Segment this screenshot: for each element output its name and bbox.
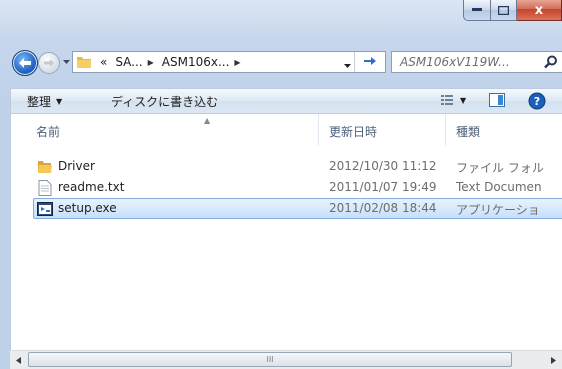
folder-icon	[77, 57, 91, 68]
scroll-left-arrow-icon	[16, 356, 21, 364]
minimize-icon	[472, 8, 482, 11]
forward-button[interactable]	[38, 52, 60, 74]
column-header-date[interactable]: 更新日時	[329, 123, 377, 140]
caption-buttons: x	[463, 0, 562, 22]
recent-pages-dropdown[interactable]	[61, 55, 71, 69]
file-row-readme[interactable]: readme.txt 2011/01/07 19:49 Text Documen	[33, 177, 562, 198]
address-bar[interactable]: « SA... ▶ ASM106x... ▶	[72, 51, 386, 73]
close-button[interactable]: x	[517, 0, 562, 21]
burn-to-disc-button[interactable]: ディスクに書き込む	[111, 93, 218, 110]
file-type: Text Documen	[456, 180, 542, 194]
search-placeholder: ASM106xV119W...	[400, 55, 510, 69]
forward-arrow-icon	[44, 59, 54, 67]
breadcrumb-label: ASM106x...	[161, 55, 230, 69]
breadcrumb-arrow-icon[interactable]: ▶	[234, 58, 240, 67]
chevron-down-icon: ▼	[460, 95, 467, 105]
help-button[interactable]: ?	[528, 92, 546, 110]
address-dropdown[interactable]	[344, 58, 351, 72]
burn-to-disc-label: ディスクに書き込む	[111, 95, 219, 109]
command-bar: 整理 ▼ ディスクに書き込む ▼ ?	[10, 88, 562, 114]
sort-ascending-icon: ▲	[204, 116, 211, 125]
file-date: 2012/10/30 11:12	[329, 159, 437, 173]
svg-text:?: ?	[534, 95, 540, 108]
refresh-button[interactable]	[354, 52, 385, 72]
close-icon: x	[534, 2, 544, 18]
column-divider[interactable]	[445, 114, 446, 146]
grip-icon: III	[266, 355, 274, 364]
file-date: 2011/02/08 18:44	[329, 201, 437, 215]
preview-pane-button[interactable]	[489, 93, 505, 107]
breadcrumb-label: SA...	[115, 55, 143, 69]
chevron-down-icon	[62, 59, 70, 64]
file-name: Driver	[58, 159, 95, 173]
file-row-setup[interactable]: setup.exe 2011/02/08 18:44 アプリケーショ	[33, 198, 562, 219]
breadcrumb-overflow-label: «	[100, 55, 108, 69]
back-button[interactable]	[12, 50, 38, 76]
file-name: setup.exe	[58, 201, 117, 215]
column-header-row: ▲ 名前 更新日時 種類	[11, 114, 562, 146]
explorer-window: x « SA... ▶ ASM106x... ▶ ASM106xV119W...…	[0, 0, 562, 369]
file-name: readme.txt	[58, 180, 125, 194]
application-icon	[37, 202, 53, 216]
breadcrumb-item[interactable]: SA... ▶	[111, 55, 157, 69]
file-date: 2011/01/07 19:49	[329, 180, 437, 194]
file-type: アプリケーショ	[456, 203, 540, 217]
organize-button[interactable]: 整理 ▼	[27, 93, 62, 110]
file-list: ▲ 名前 更新日時 種類 Driver 2012/10/30 11:12 ファイ…	[10, 114, 562, 350]
scroll-right-arrow-icon	[551, 356, 556, 364]
breadcrumb-arrow-icon[interactable]: ▶	[148, 58, 154, 67]
chevron-down-icon: ▼	[56, 97, 63, 106]
minimize-button[interactable]	[463, 0, 491, 21]
scroll-left-button[interactable]	[10, 351, 27, 369]
maximize-button[interactable]	[491, 0, 517, 21]
breadcrumb-overflow[interactable]: «	[96, 55, 111, 69]
breadcrumb-item[interactable]: ASM106x... ▶	[158, 55, 245, 69]
text-file-icon	[38, 180, 52, 196]
help-icon: ?	[528, 92, 546, 110]
file-type: ファイル フォル	[456, 161, 544, 175]
navigation-bar: « SA... ▶ ASM106x... ▶ ASM106xV119W...	[0, 46, 562, 78]
horizontal-scrollbar[interactable]: III	[10, 350, 562, 369]
organize-label: 整理	[27, 95, 52, 109]
search-input[interactable]: ASM106xV119W...	[391, 51, 562, 73]
maximize-icon	[498, 5, 509, 15]
view-list-icon	[441, 95, 453, 105]
column-divider[interactable]	[318, 114, 319, 146]
scroll-right-button[interactable]	[545, 351, 562, 369]
refresh-icon	[364, 57, 376, 65]
column-header-name[interactable]: 名前	[36, 123, 60, 140]
chevron-down-icon	[344, 64, 351, 68]
preview-pane-icon	[489, 93, 505, 107]
change-view-button[interactable]: ▼	[441, 94, 466, 106]
folder-icon	[38, 161, 52, 173]
file-row-driver[interactable]: Driver 2012/10/30 11:12 ファイル フォル	[33, 156, 562, 177]
column-header-type[interactable]: 種類	[456, 123, 480, 140]
scrollbar-thumb[interactable]: III	[28, 352, 512, 367]
search-icon[interactable]	[544, 55, 558, 72]
title-bar: x	[0, 0, 562, 38]
back-arrow-icon	[19, 58, 31, 68]
